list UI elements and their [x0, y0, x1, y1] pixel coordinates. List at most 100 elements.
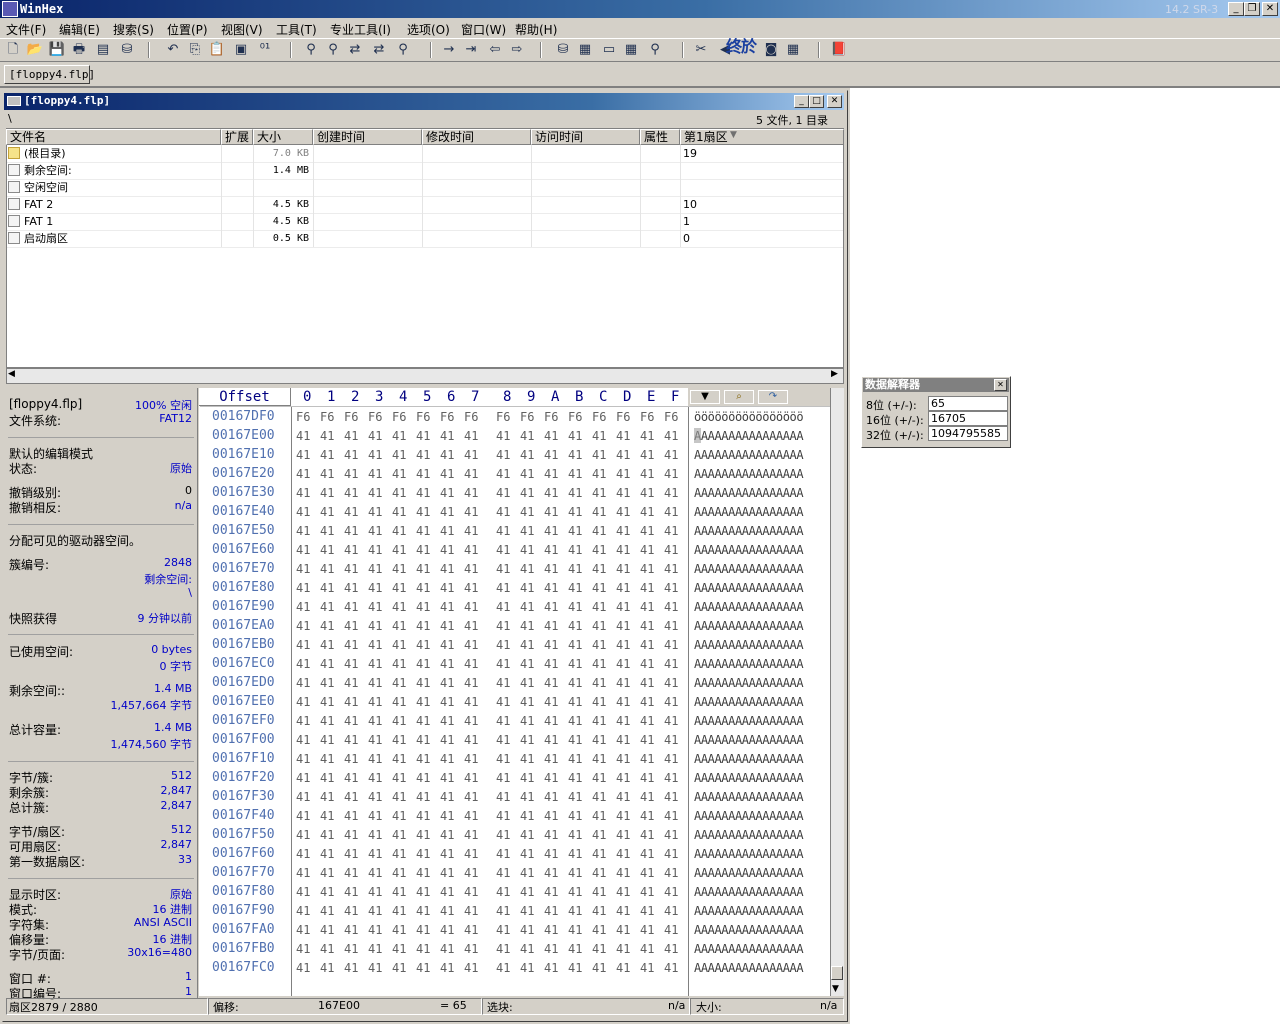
- hex-byte[interactable]: 41: [344, 429, 358, 443]
- hex-byte[interactable]: 41: [344, 467, 358, 481]
- hex-byte[interactable]: 41: [496, 543, 510, 557]
- hex-byte[interactable]: 41: [664, 866, 678, 880]
- hex-byte[interactable]: 41: [568, 866, 582, 880]
- hex-byte[interactable]: 41: [320, 695, 334, 709]
- hex-byte[interactable]: 41: [416, 714, 430, 728]
- hex-byte[interactable]: 41: [616, 467, 630, 481]
- find-text-icon[interactable]: ⚲: [302, 41, 320, 59]
- hex-byte[interactable]: 41: [568, 543, 582, 557]
- hex-byte[interactable]: 41: [592, 714, 606, 728]
- scroll-left-icon[interactable]: ◀: [8, 369, 15, 379]
- ascii-text[interactable]: AAAAAAAAAAAAAAAA: [694, 961, 804, 975]
- hex-byte[interactable]: 41: [592, 505, 606, 519]
- menu-item-5[interactable]: 工具(T): [276, 21, 317, 38]
- hex-byte[interactable]: 41: [520, 657, 534, 671]
- hex-byte[interactable]: 41: [568, 695, 582, 709]
- hex-byte[interactable]: 41: [320, 904, 334, 918]
- hex-byte[interactable]: 41: [416, 448, 430, 462]
- hex-byte[interactable]: 41: [592, 809, 606, 823]
- hex-byte[interactable]: F6: [368, 410, 382, 424]
- tab-floppy4[interactable]: [floppy4.flp]: [4, 65, 95, 84]
- hex-byte[interactable]: 41: [320, 505, 334, 519]
- hex-byte[interactable]: 41: [520, 486, 534, 500]
- hex-byte[interactable]: 41: [496, 638, 510, 652]
- interpreter-value[interactable]: 16705: [928, 411, 1008, 426]
- hex-byte[interactable]: 41: [496, 505, 510, 519]
- hex-byte[interactable]: 41: [664, 790, 678, 804]
- hex-byte[interactable]: 41: [664, 733, 678, 747]
- ascii-text[interactable]: AAAAAAAAAAAAAAAA: [694, 866, 804, 880]
- hex-byte[interactable]: 41: [568, 809, 582, 823]
- hex-byte[interactable]: 41: [616, 847, 630, 861]
- hex-byte[interactable]: 41: [496, 923, 510, 937]
- hex-byte[interactable]: 41: [568, 752, 582, 766]
- hex-byte[interactable]: 41: [320, 866, 334, 880]
- hex-byte[interactable]: 41: [640, 752, 654, 766]
- hex-byte[interactable]: 41: [616, 657, 630, 671]
- hex-byte[interactable]: 41: [520, 961, 534, 975]
- hex-byte[interactable]: 41: [592, 543, 606, 557]
- hex-byte[interactable]: 41: [568, 562, 582, 576]
- hex-byte[interactable]: 41: [320, 809, 334, 823]
- hex-byte[interactable]: 41: [416, 676, 430, 690]
- hex-byte[interactable]: 41: [616, 524, 630, 538]
- hex-byte[interactable]: 41: [368, 562, 382, 576]
- hex-byte[interactable]: 41: [296, 486, 310, 500]
- hex-byte[interactable]: 41: [640, 904, 654, 918]
- hex-byte[interactable]: 41: [296, 847, 310, 861]
- hex-byte[interactable]: 41: [392, 467, 406, 481]
- hex-byte[interactable]: 41: [496, 809, 510, 823]
- hex-byte[interactable]: 41: [464, 543, 478, 557]
- hex-byte[interactable]: 41: [368, 638, 382, 652]
- hex-byte[interactable]: 41: [664, 961, 678, 975]
- hex-byte[interactable]: 41: [616, 600, 630, 614]
- hex-byte[interactable]: 41: [592, 562, 606, 576]
- hex-byte[interactable]: 41: [320, 543, 334, 557]
- hex-byte[interactable]: 41: [464, 904, 478, 918]
- hex-byte[interactable]: 41: [440, 562, 454, 576]
- hex-byte[interactable]: 41: [296, 467, 310, 481]
- hex-byte[interactable]: 41: [544, 961, 558, 975]
- hex-byte[interactable]: 41: [440, 885, 454, 899]
- document-title-bar[interactable]: [4, 93, 844, 110]
- hex-byte[interactable]: 41: [344, 714, 358, 728]
- hex-byte[interactable]: 41: [344, 828, 358, 842]
- dropdown-icon[interactable]: ▼: [690, 390, 720, 404]
- hex-byte[interactable]: 41: [416, 961, 430, 975]
- ascii-text[interactable]: AAAAAAAAAAAAAAAA: [694, 467, 804, 481]
- hex-byte[interactable]: 41: [640, 866, 654, 880]
- hex-byte[interactable]: 41: [592, 904, 606, 918]
- hex-byte[interactable]: 41: [296, 581, 310, 595]
- hex-byte[interactable]: 41: [592, 885, 606, 899]
- hex-byte[interactable]: 41: [544, 771, 558, 785]
- hex-byte[interactable]: 41: [520, 448, 534, 462]
- ascii-text[interactable]: AAAAAAAAAAAAAAAA: [694, 733, 804, 747]
- hex-byte[interactable]: 41: [592, 695, 606, 709]
- hex-byte[interactable]: 41: [640, 543, 654, 557]
- hex-byte[interactable]: 41: [544, 505, 558, 519]
- hex-byte[interactable]: 41: [440, 828, 454, 842]
- hex-byte[interactable]: 41: [296, 448, 310, 462]
- hex-byte[interactable]: 41: [568, 733, 582, 747]
- analyze-icon[interactable]: ⚲: [646, 41, 664, 59]
- hex-byte[interactable]: 41: [464, 752, 478, 766]
- hex-byte[interactable]: 41: [416, 562, 430, 576]
- hex-byte[interactable]: 41: [416, 524, 430, 538]
- hex-byte[interactable]: 41: [392, 809, 406, 823]
- hex-byte[interactable]: 41: [368, 543, 382, 557]
- hex-byte[interactable]: 41: [344, 752, 358, 766]
- hex-byte[interactable]: 41: [320, 942, 334, 956]
- hex-byte[interactable]: 41: [392, 524, 406, 538]
- hex-byte[interactable]: 41: [368, 961, 382, 975]
- hex-byte[interactable]: 41: [392, 771, 406, 785]
- hex-byte[interactable]: 41: [320, 961, 334, 975]
- hex-byte[interactable]: 41: [520, 676, 534, 690]
- doc-minimize-icon[interactable]: _: [794, 95, 809, 108]
- hex-byte[interactable]: 41: [440, 771, 454, 785]
- hex-byte[interactable]: 41: [464, 961, 478, 975]
- hex-byte[interactable]: 41: [592, 581, 606, 595]
- hex-byte[interactable]: 41: [544, 543, 558, 557]
- hex-byte[interactable]: 41: [520, 847, 534, 861]
- hex-byte[interactable]: 41: [368, 904, 382, 918]
- hex-byte[interactable]: 41: [296, 885, 310, 899]
